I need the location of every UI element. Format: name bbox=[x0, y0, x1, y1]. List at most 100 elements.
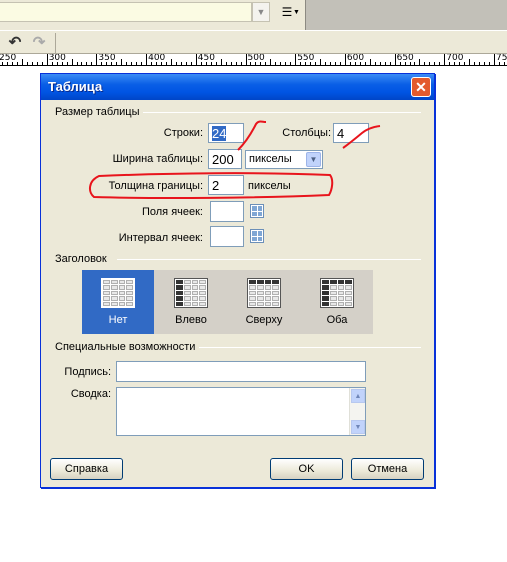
ruler-tick bbox=[389, 62, 391, 65]
ruler-tick bbox=[394, 54, 396, 65]
ruler-tick bbox=[141, 62, 143, 65]
header-option-both[interactable]: Оба bbox=[301, 270, 373, 334]
close-icon[interactable]: ✕ bbox=[411, 77, 431, 97]
rows-label: Строки: bbox=[163, 127, 203, 139]
ruler-label: 700 bbox=[446, 54, 464, 63]
ruler-tick bbox=[121, 59, 123, 65]
format-dropdown[interactable] bbox=[0, 2, 252, 22]
ruler-tick bbox=[469, 59, 471, 65]
scroll-up-icon[interactable]: ▲ bbox=[351, 389, 365, 403]
ruler-tick bbox=[484, 62, 486, 65]
table-both-header-icon bbox=[320, 278, 354, 308]
border-unit-label: пикселы bbox=[248, 180, 291, 192]
width-unit-select[interactable]: пикселы ▼ bbox=[245, 150, 323, 169]
ruler-tick bbox=[329, 62, 331, 65]
ruler-tick bbox=[270, 59, 272, 65]
header-options: Нет Влево Сверху Оба bbox=[82, 270, 373, 334]
border-width-label: Толщина границы: bbox=[108, 180, 203, 192]
ruler-tick bbox=[369, 59, 371, 65]
ruler-tick bbox=[434, 62, 436, 65]
columns-label: Столбцы: bbox=[282, 127, 331, 139]
ruler-label: 600 bbox=[346, 54, 365, 63]
table-width-input[interactable]: 200 bbox=[208, 149, 242, 169]
ruler-tick bbox=[180, 62, 182, 65]
accessibility-group-label: Специальные возможности bbox=[55, 341, 200, 353]
cell-spacing-input[interactable] bbox=[210, 226, 244, 247]
ruler-tick bbox=[165, 62, 167, 65]
group-divider bbox=[141, 112, 421, 113]
ruler-tick bbox=[215, 62, 217, 65]
ruler-tick bbox=[384, 62, 386, 65]
ruler-tick bbox=[344, 54, 346, 65]
ruler-label: 350 bbox=[98, 54, 116, 63]
ruler-tick bbox=[275, 62, 277, 65]
ruler-tick bbox=[295, 54, 297, 65]
ruler-tick bbox=[265, 62, 267, 65]
ruler-tick bbox=[170, 59, 172, 65]
cancel-button[interactable]: Отмена bbox=[351, 458, 424, 480]
ruler-label: 550 bbox=[297, 54, 315, 63]
ruler-tick bbox=[116, 62, 118, 65]
ruler-tick bbox=[325, 62, 327, 65]
chevron-down-icon[interactable]: ▼ bbox=[293, 9, 300, 16]
help-button[interactable]: Справка bbox=[50, 458, 123, 480]
ruler-tick bbox=[235, 62, 237, 65]
cell-spacing-label: Интервал ячеек: bbox=[118, 232, 203, 244]
ok-button[interactable]: OK bbox=[270, 458, 343, 480]
ruler-tick bbox=[230, 62, 232, 65]
dialog-titlebar[interactable]: Таблица ✕ bbox=[41, 74, 434, 100]
ruler-tick bbox=[16, 62, 18, 65]
table-no-header-icon bbox=[101, 278, 135, 308]
ruler-tick bbox=[479, 62, 481, 65]
ruler-tick bbox=[86, 62, 88, 65]
header-option-top[interactable]: Сверху bbox=[228, 270, 300, 334]
ruler-tick bbox=[96, 54, 98, 65]
ruler-tick bbox=[290, 62, 292, 65]
cell-spacing-icon[interactable] bbox=[250, 229, 264, 243]
chevron-down-icon[interactable]: ▼ bbox=[252, 2, 270, 22]
header-option-none[interactable]: Нет bbox=[82, 270, 154, 334]
rows-input[interactable]: 24 bbox=[208, 123, 244, 143]
caption-input[interactable] bbox=[116, 361, 366, 382]
ruler-tick bbox=[364, 62, 366, 65]
ruler-tick bbox=[31, 62, 33, 65]
ruler-tick bbox=[240, 62, 242, 65]
ruler-tick bbox=[320, 59, 322, 65]
ruler-tick bbox=[146, 54, 148, 65]
ruler-tick bbox=[464, 62, 466, 65]
redo-icon[interactable]: ↷ bbox=[30, 34, 48, 51]
columns-input[interactable]: 4 bbox=[333, 123, 369, 143]
ruler-tick bbox=[26, 62, 28, 65]
ruler-tick bbox=[245, 54, 247, 65]
table-dialog: Таблица ✕ Размер таблицы Строки: 24 Стол… bbox=[40, 73, 435, 488]
ruler-tick bbox=[185, 62, 187, 65]
cell-padding-icon[interactable] bbox=[250, 204, 264, 218]
group-divider bbox=[117, 259, 421, 260]
ruler-tick bbox=[339, 62, 341, 65]
header-option-left[interactable]: Влево bbox=[155, 270, 227, 334]
chevron-down-icon[interactable]: ▼ bbox=[306, 152, 321, 167]
ruler-label: 500 bbox=[247, 54, 265, 63]
cell-padding-input[interactable] bbox=[210, 201, 244, 222]
header-option-label: Влево bbox=[175, 314, 207, 326]
width-unit-value: пикселы bbox=[249, 153, 292, 165]
border-width-input[interactable]: 2 bbox=[208, 175, 244, 195]
table-width-label: Ширина таблицы: bbox=[112, 153, 203, 165]
ruler-label: 650 bbox=[396, 54, 414, 63]
ruler-tick bbox=[379, 62, 381, 65]
ruler-tick bbox=[225, 62, 227, 65]
ruler-tick bbox=[315, 62, 317, 65]
header-option-label: Нет bbox=[108, 314, 128, 326]
ruler-tick bbox=[285, 62, 287, 65]
ruler-tick bbox=[91, 62, 93, 65]
summary-scrollbar[interactable]: ▲ ▼ bbox=[349, 388, 365, 435]
toolbar-divider bbox=[55, 33, 56, 53]
scroll-down-icon[interactable]: ▼ bbox=[351, 420, 365, 434]
summary-textarea[interactable]: ▲ ▼ bbox=[116, 387, 366, 436]
undo-icon[interactable]: ↶ bbox=[6, 34, 24, 51]
side-panel bbox=[305, 0, 507, 30]
table-left-header-icon bbox=[174, 278, 208, 308]
ruler-tick bbox=[36, 62, 38, 65]
ruler-tick bbox=[46, 54, 48, 65]
ruler-tick bbox=[76, 62, 78, 65]
